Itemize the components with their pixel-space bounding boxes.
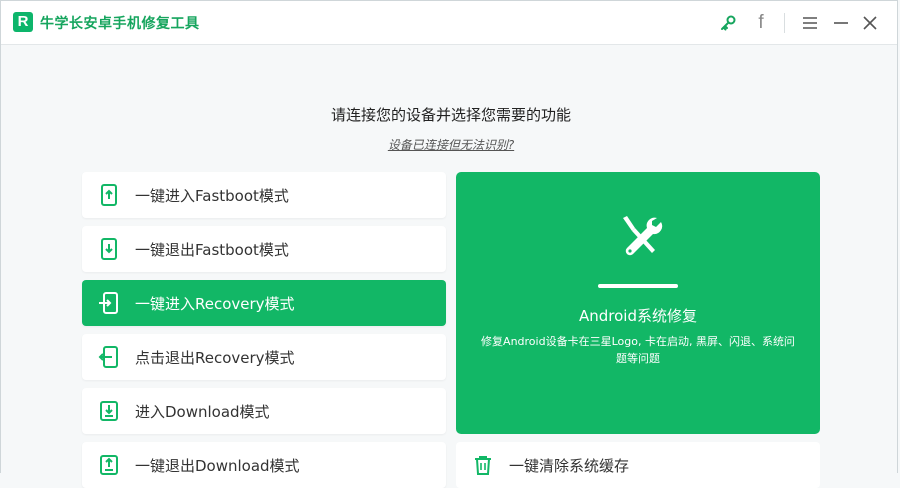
phone-arrow-down-icon <box>101 238 117 260</box>
menu-icon[interactable] <box>799 12 821 34</box>
title-bar: R 牛学长安卓手机修复工具 f <box>1 1 897 45</box>
device-unrecognized-link-wrap: 设备已连接但无法识别? <box>1 134 900 153</box>
phone-exit-icon <box>98 346 118 368</box>
phone-arrow-up-icon <box>101 184 117 206</box>
app-logo: R <box>13 12 33 32</box>
repair-tools-icon <box>623 216 663 256</box>
menu-item-enter-download[interactable]: 进入Download模式 <box>82 388 446 434</box>
device-unrecognized-link[interactable]: 设备已连接但无法识别? <box>388 138 514 152</box>
menu-item-enter-fastboot[interactable]: 一键进入Fastboot模式 <box>82 172 446 218</box>
menu-item-label: 点击退出Recovery模式 <box>135 349 295 367</box>
menu-item-label: 进入Download模式 <box>135 403 270 421</box>
feature-title: Android系统修复 <box>579 307 697 325</box>
minimize-icon[interactable] <box>830 12 852 34</box>
menu-item-exit-recovery[interactable]: 点击退出Recovery模式 <box>82 334 446 380</box>
key-icon[interactable] <box>717 12 739 34</box>
menu-item-exit-download[interactable]: 一键退出Download模式 <box>82 442 446 488</box>
clear-cache-button[interactable]: 一键清除系统缓存 <box>456 442 820 488</box>
menu-item-label: 一键进入Recovery模式 <box>135 295 295 313</box>
app-title: 牛学长安卓手机修复工具 <box>40 16 200 32</box>
app-logo-letter: R <box>17 13 29 30</box>
titlebar-divider <box>784 13 785 33</box>
download-icon <box>100 401 118 421</box>
facebook-icon[interactable]: f <box>750 12 772 34</box>
menu-item-enter-recovery[interactable]: 一键进入Recovery模式 <box>82 280 446 326</box>
android-repair-card[interactable]: Android系统修复 修复Android设备卡在三星Logo, 卡在启动, 黑… <box>456 172 820 434</box>
close-icon[interactable] <box>859 12 881 34</box>
menu-item-label: 一键退出Fastboot模式 <box>135 241 289 259</box>
menu-item-label: 一键进入Fastboot模式 <box>135 187 289 205</box>
menu-item-exit-fastboot[interactable]: 一键退出Fastboot模式 <box>82 226 446 272</box>
app-window: R 牛学长安卓手机修复工具 f 请连接您的设备并选择您需要的功能 设备已连接但无… <box>0 0 900 488</box>
phone-enter-icon <box>99 292 118 314</box>
feature-divider <box>598 284 678 288</box>
page-heading: 请连接您的设备并选择您需要的功能 <box>330 106 571 124</box>
feature-description: 修复Android设备卡在三星Logo, 卡在启动, 黑屏、闪退、系统问题等问题 <box>481 335 795 365</box>
facebook-glyph: f <box>758 12 764 33</box>
